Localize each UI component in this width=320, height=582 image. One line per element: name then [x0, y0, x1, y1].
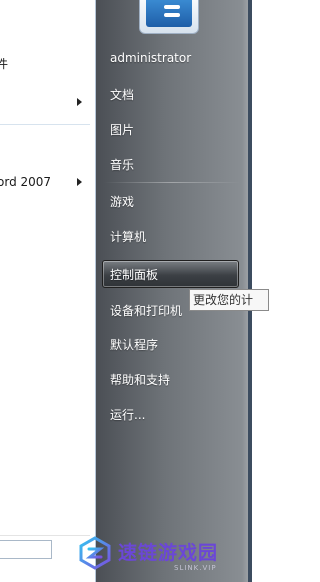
menu-separator	[0, 124, 90, 125]
user-avatar-icon[interactable]	[139, 0, 199, 34]
run-link[interactable]: 运行...	[110, 406, 145, 423]
control-panel-link[interactable]: 控制面板	[110, 266, 158, 283]
search-input[interactable]	[0, 540, 52, 559]
start-menu-programs-panel: 件 ord 2007	[0, 0, 96, 582]
default-programs-link[interactable]: 默认程序	[110, 336, 158, 353]
help-support-link[interactable]: 帮助和支持	[110, 371, 170, 388]
program-item-1[interactable]: 件	[0, 55, 8, 72]
submenu-arrow-icon[interactable]	[77, 178, 82, 186]
computer-link[interactable]: 计算机	[110, 228, 146, 245]
devices-printers-link[interactable]: 设备和打印机	[110, 302, 182, 319]
games-link[interactable]: 游戏	[110, 193, 134, 210]
pictures-link[interactable]: 图片	[110, 121, 134, 138]
menu-separator	[104, 182, 240, 183]
user-picture	[146, 0, 192, 27]
documents-link[interactable]: 文档	[110, 86, 134, 103]
program-item-word[interactable]: ord 2007	[0, 175, 51, 189]
control-panel-tooltip: 更改您的计	[189, 289, 269, 311]
music-link[interactable]: 音乐	[110, 156, 134, 173]
watermark: 速链游戏园 SLINK.VIP	[78, 536, 248, 578]
watermark-title: 速链游戏园	[118, 542, 219, 564]
submenu-arrow-icon[interactable]	[77, 98, 82, 106]
menu-separator	[0, 535, 90, 536]
watermark-logo-icon	[79, 536, 111, 570]
watermark-subtitle: SLINK.VIP	[174, 564, 217, 572]
user-folder-link[interactable]: administrator	[110, 51, 191, 65]
